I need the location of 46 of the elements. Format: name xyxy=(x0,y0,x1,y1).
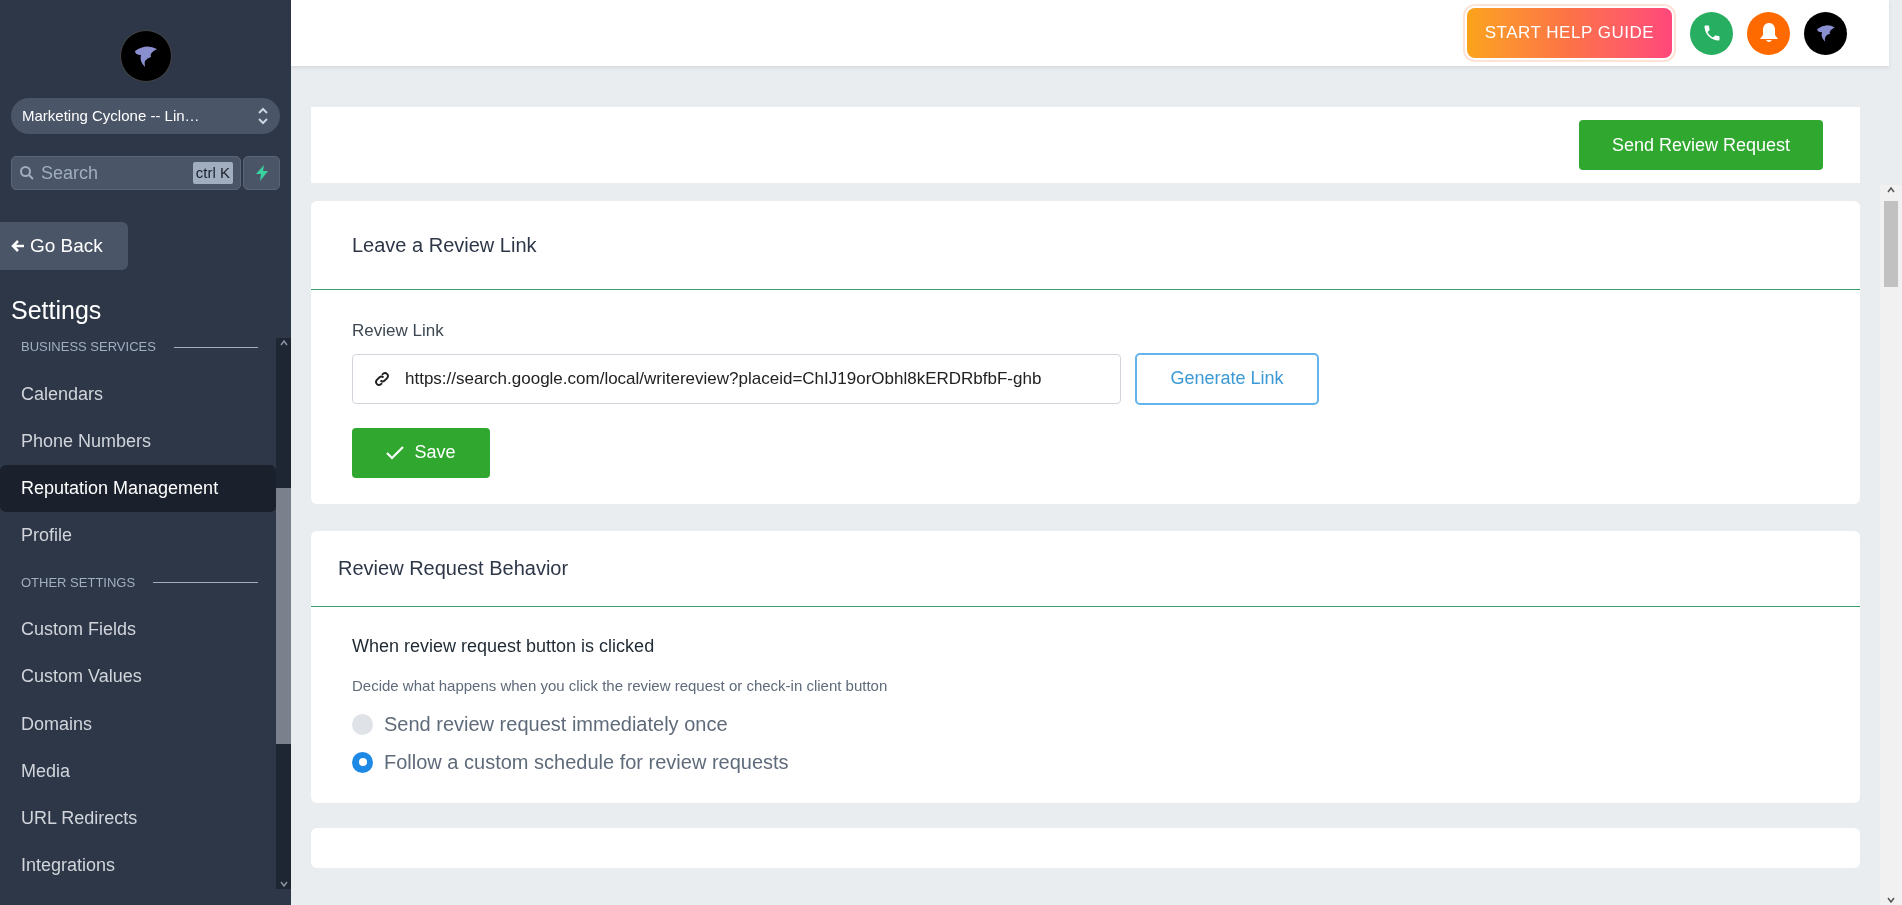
help-text: Decide what happens when you click the review request or check-in client button xyxy=(352,675,889,696)
link-icon xyxy=(373,369,391,388)
card-title: Leave a Review Link xyxy=(311,201,1860,290)
review-link-box[interactable]: https://search.google.com/local/writereview?placeid=ChIJ19orObhl8kERDRbfbF-ghb xyxy=(352,353,1121,404)
shortcut-hint: ctrl K xyxy=(192,161,233,185)
field-label: Review Link xyxy=(352,320,445,342)
scrollbar-thumb[interactable] xyxy=(276,487,291,744)
search-field[interactable]: Search xyxy=(41,159,187,187)
sidebar-item[interactable]: Calendars xyxy=(0,370,276,418)
avatar-icon[interactable] xyxy=(1804,11,1847,55)
sidebar-item[interactable]: Profile xyxy=(0,512,276,560)
lightning-icon xyxy=(255,165,268,181)
scrollbar-thumb[interactable] xyxy=(1884,201,1898,287)
sidebar-item[interactable]: Integrations xyxy=(0,841,276,889)
phone-button[interactable] xyxy=(1690,11,1733,55)
scroll-up-icon[interactable] xyxy=(278,337,289,348)
review-link-field[interactable]: https://search.google.com/local/writereview?placeid=ChIJ19orObhl8kERDRbfbF-ghb xyxy=(405,365,1100,392)
sidebar-item[interactable]: Media xyxy=(0,747,276,795)
go-back-button[interactable]: Go Back xyxy=(0,222,128,270)
radio-label: Send review request immediately once xyxy=(384,712,728,737)
scroll-down-icon[interactable] xyxy=(278,879,289,889)
quick-action-button[interactable] xyxy=(243,156,280,190)
bell-icon xyxy=(1758,22,1779,44)
scroll-up-icon[interactable] xyxy=(1886,185,1896,195)
sidebar-item[interactable]: Reputation Management xyxy=(0,464,276,512)
chevron-updown-icon xyxy=(257,105,269,127)
notifications-button[interactable] xyxy=(1747,11,1790,55)
sidebar-item[interactable]: Domains xyxy=(0,700,276,748)
section-heading: BUSINESS SERVICES xyxy=(21,338,156,357)
radio-label: Follow a custom schedule for review requests xyxy=(384,750,789,775)
sidebar-item[interactable]: Phone Numbers xyxy=(0,417,276,465)
account-selector[interactable]: Marketing Cyclone -- Lin… xyxy=(11,98,280,134)
settings-title: Settings xyxy=(11,295,103,326)
question-label: When review request button is clicked xyxy=(352,634,656,658)
radio-button[interactable] xyxy=(352,713,373,735)
scroll-down-icon[interactable] xyxy=(1886,895,1896,905)
search-box[interactable]: Search ctrl K xyxy=(11,156,241,190)
search-icon xyxy=(19,165,35,181)
card-title: Review Request Behavior xyxy=(311,530,1860,607)
sidebar-item[interactable]: Custom Fields xyxy=(0,606,276,654)
section-heading: OTHER SETTINGS xyxy=(21,573,136,592)
sidebar-item[interactable]: URL Redirects xyxy=(0,794,276,842)
sidebar-item[interactable]: Custom Values xyxy=(0,653,276,701)
radio-button[interactable] xyxy=(352,751,373,773)
arrow-left-icon xyxy=(10,238,26,254)
checkmark-icon xyxy=(386,445,405,460)
